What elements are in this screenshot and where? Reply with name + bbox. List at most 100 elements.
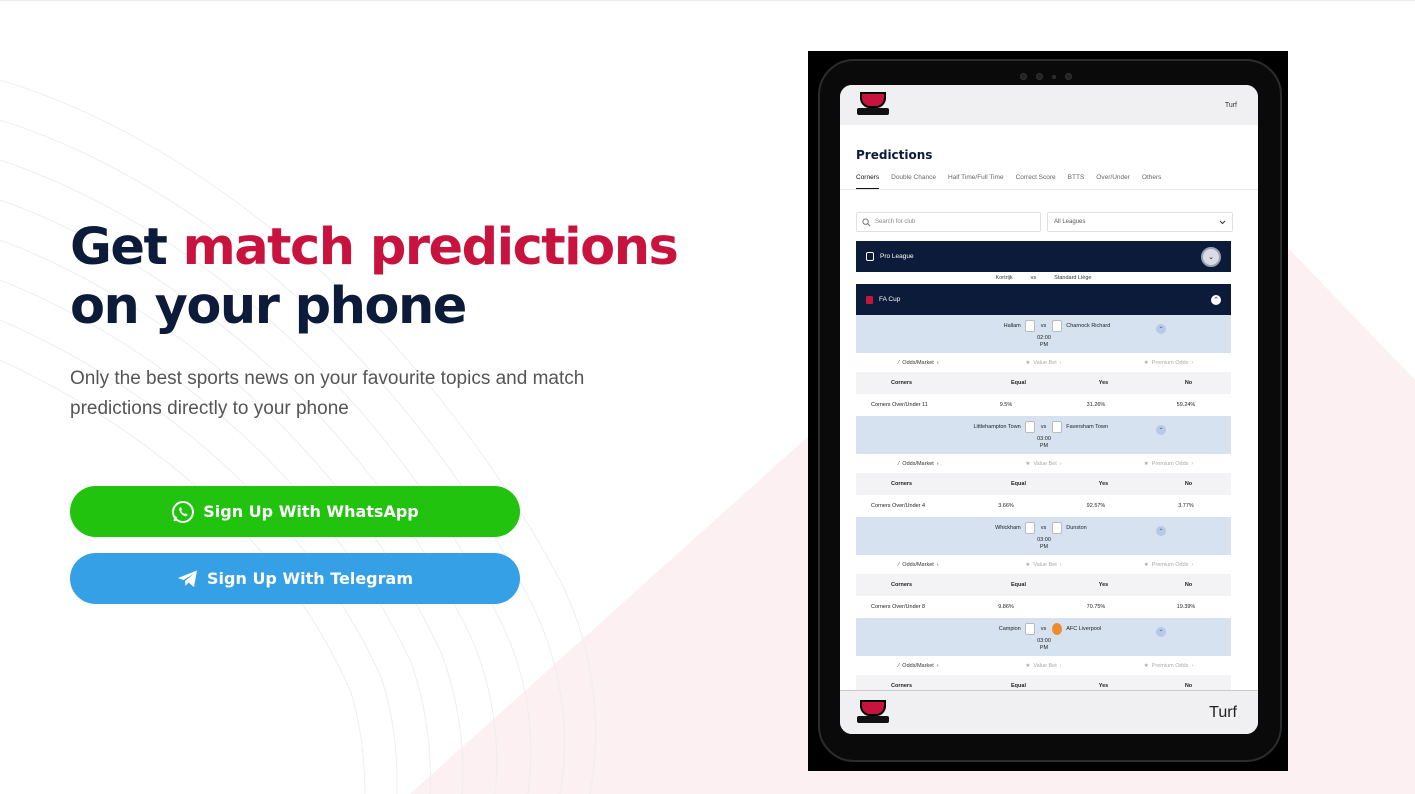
page-title: Predictions	[856, 148, 933, 162]
club-search-input[interactable]: Search for club	[856, 212, 1041, 232]
table-row: Corners Over/Under 4 3.66% 92.57% 3.77%	[871, 503, 1194, 509]
odds-row: ⁄ Odds/Market › ★ Value Bet › ★ Premium Odds ›	[856, 353, 1231, 372]
feather-icon: ⁄	[898, 460, 900, 467]
match-row[interactable]: Campion vs AFC Liverpool 03:00 PM ⌃	[856, 618, 1231, 656]
club-badge-icon	[1052, 421, 1063, 433]
kickoff-time: 02:00 PM	[1037, 335, 1051, 348]
star-icon: ★	[1143, 662, 1149, 669]
tab-half-time-full-time[interactable]: Half Time/Full Time	[948, 174, 1004, 189]
vs-label: vs	[1030, 275, 1037, 281]
value-bet-link[interactable]: ★ Value Bet ›	[981, 663, 1106, 669]
app-logo[interactable]	[856, 90, 890, 120]
premium-odds-link[interactable]: ★ Premium Odds ›	[1106, 360, 1231, 366]
expand-chevron-icon[interactable]: ⌃	[1156, 324, 1166, 334]
odds-row: ⁄ Odds/Market › ★ Value Bet › ★ Premium Odds ›	[856, 656, 1231, 675]
expand-chevron-icon[interactable]: ⌃	[1156, 425, 1166, 435]
odds-market-link[interactable]: ⁄ Odds/Market ›	[856, 360, 981, 366]
vs-label: vs	[1040, 424, 1047, 430]
match-row[interactable]: Whickham vs Dunston 03:00 PM ⌃	[856, 517, 1231, 555]
star-icon: ★	[1025, 561, 1031, 568]
table-header-row: Corners Equal Yes No	[856, 372, 1231, 394]
chevron-down-icon	[1219, 220, 1226, 224]
league-header-fa-cup[interactable]: FA Cup ⌃	[856, 284, 1231, 315]
tab-double-chance[interactable]: Double Chance	[891, 174, 936, 189]
match-row[interactable]: Hallam vs Charnock Richard 02:00 PM ⌃	[856, 315, 1231, 353]
vs-label: vs	[1040, 525, 1047, 531]
background-swirl-lines	[0, 79, 597, 794]
home-team: Littlehampton Town	[973, 424, 1021, 430]
league-header-pro-league[interactable]: Pro League ⌄	[856, 241, 1231, 272]
away-team: AFC Liverpool	[1066, 626, 1102, 632]
landing-page: Get match predictions on your phone Only…	[0, 0, 1415, 794]
value-bet-link[interactable]: ★ Value Bet ›	[981, 360, 1106, 366]
home-team: Hallam	[1003, 323, 1021, 329]
hero-subtitle: Only the best sports news on your favour…	[70, 368, 585, 419]
premium-odds-link[interactable]: ★ Premium Odds ›	[1106, 562, 1231, 568]
star-icon: ★	[1025, 460, 1031, 467]
club-badge-icon	[1052, 320, 1063, 332]
search-placeholder: Search for club	[875, 219, 916, 225]
away-team: Faversham Town	[1066, 424, 1109, 430]
league-name: FA Cup	[879, 296, 901, 303]
club-badge-icon	[1024, 421, 1035, 433]
club-badge-icon	[1024, 522, 1035, 534]
odds-market-link[interactable]: ⁄ Odds/Market ›	[856, 663, 981, 669]
star-icon: ★	[1143, 359, 1149, 366]
tab-corners[interactable]: Corners	[856, 174, 880, 189]
club-badge-icon	[1052, 522, 1063, 534]
home-team: Whickham	[995, 525, 1021, 531]
odds-market-link[interactable]: ⁄ Odds/Market ›	[856, 562, 981, 568]
feather-icon: ⁄	[898, 561, 900, 568]
whatsapp-signup-button[interactable]: Sign Up With WhatsApp	[70, 486, 520, 537]
premium-odds-link[interactable]: ★ Premium Odds ›	[1106, 663, 1231, 669]
trophy-icon	[866, 295, 873, 304]
star-icon: ★	[1025, 359, 1031, 366]
feather-icon: ⁄	[898, 662, 900, 669]
footer-turf-link[interactable]: Turf	[1209, 704, 1237, 722]
kickoff-time: 03:00 PM	[1037, 537, 1051, 550]
tab-over-under[interactable]: Over/Under	[1096, 174, 1130, 189]
home-team: Campion	[998, 626, 1021, 632]
feather-icon: ⁄	[898, 359, 900, 366]
filters-row: Search for club All Leagues	[856, 212, 1258, 232]
app-logo[interactable]	[856, 698, 890, 728]
vs-label: vs	[1040, 626, 1047, 632]
whatsapp-button-label: Sign Up With WhatsApp	[203, 502, 419, 521]
tab-btts[interactable]: BTTS	[1068, 174, 1085, 189]
odds-row: ⁄ Odds/Market › ★ Value Bet › ★ Premium Odds ›	[856, 555, 1231, 574]
hero-title-line2: on your phone	[70, 277, 467, 336]
star-icon: ★	[1025, 662, 1031, 669]
premium-odds-link[interactable]: ★ Premium Odds ›	[1106, 461, 1231, 467]
hero-title-accent: match predictions	[182, 218, 679, 277]
whatsapp-icon	[171, 500, 195, 524]
table-row: Corners Over/Under 8 9.86% 70.75% 19.39%	[871, 604, 1196, 610]
league-select[interactable]: All Leagues	[1047, 212, 1233, 232]
chevron-up-icon[interactable]: ⌃	[1211, 294, 1221, 305]
expand-chevron-icon[interactable]: ⌃	[1156, 526, 1166, 536]
tab-others[interactable]: Others	[1142, 174, 1162, 189]
team-name: Standard Liège	[1054, 275, 1092, 281]
header-turf-link[interactable]: Turf	[1225, 102, 1237, 109]
hero-section: Get match predictions on your phone Only…	[70, 218, 690, 424]
chevron-down-icon[interactable]: ⌄	[1201, 246, 1221, 267]
match-row[interactable]: Littlehampton Town vs Faversham Town 03:…	[856, 416, 1231, 454]
tablet-camera-bar	[1020, 73, 1072, 80]
hero-title: Get match predictions on your phone	[70, 218, 690, 336]
league-icon	[866, 252, 874, 261]
expand-chevron-icon[interactable]: ⌃	[1156, 627, 1166, 637]
hero-title-plain: Get	[70, 218, 168, 277]
vs-label: vs	[1040, 323, 1047, 329]
star-icon: ★	[1143, 561, 1149, 568]
value-bet-link[interactable]: ★ Value Bet ›	[981, 562, 1106, 568]
value-bet-link[interactable]: ★ Value Bet ›	[981, 461, 1106, 467]
league-select-value: All Leagues	[1054, 219, 1086, 225]
app-footer: Turf	[840, 690, 1258, 734]
odds-market-link[interactable]: ⁄ Odds/Market ›	[856, 461, 981, 467]
telegram-signup-button[interactable]: Sign Up With Telegram	[70, 553, 520, 604]
partial-match-row: Kortrijk vs Standard Liège	[856, 272, 1231, 284]
odds-row: ⁄ Odds/Market › ★ Value Bet › ★ Premium Odds ›	[856, 454, 1231, 473]
tab-correct-score[interactable]: Correct Score	[1016, 174, 1056, 189]
kickoff-time: 03:00 PM	[1037, 638, 1051, 651]
prediction-tabs: Corners Double Chance Half Time/Full Tim…	[840, 174, 1258, 190]
away-team: Dunston	[1066, 525, 1087, 531]
